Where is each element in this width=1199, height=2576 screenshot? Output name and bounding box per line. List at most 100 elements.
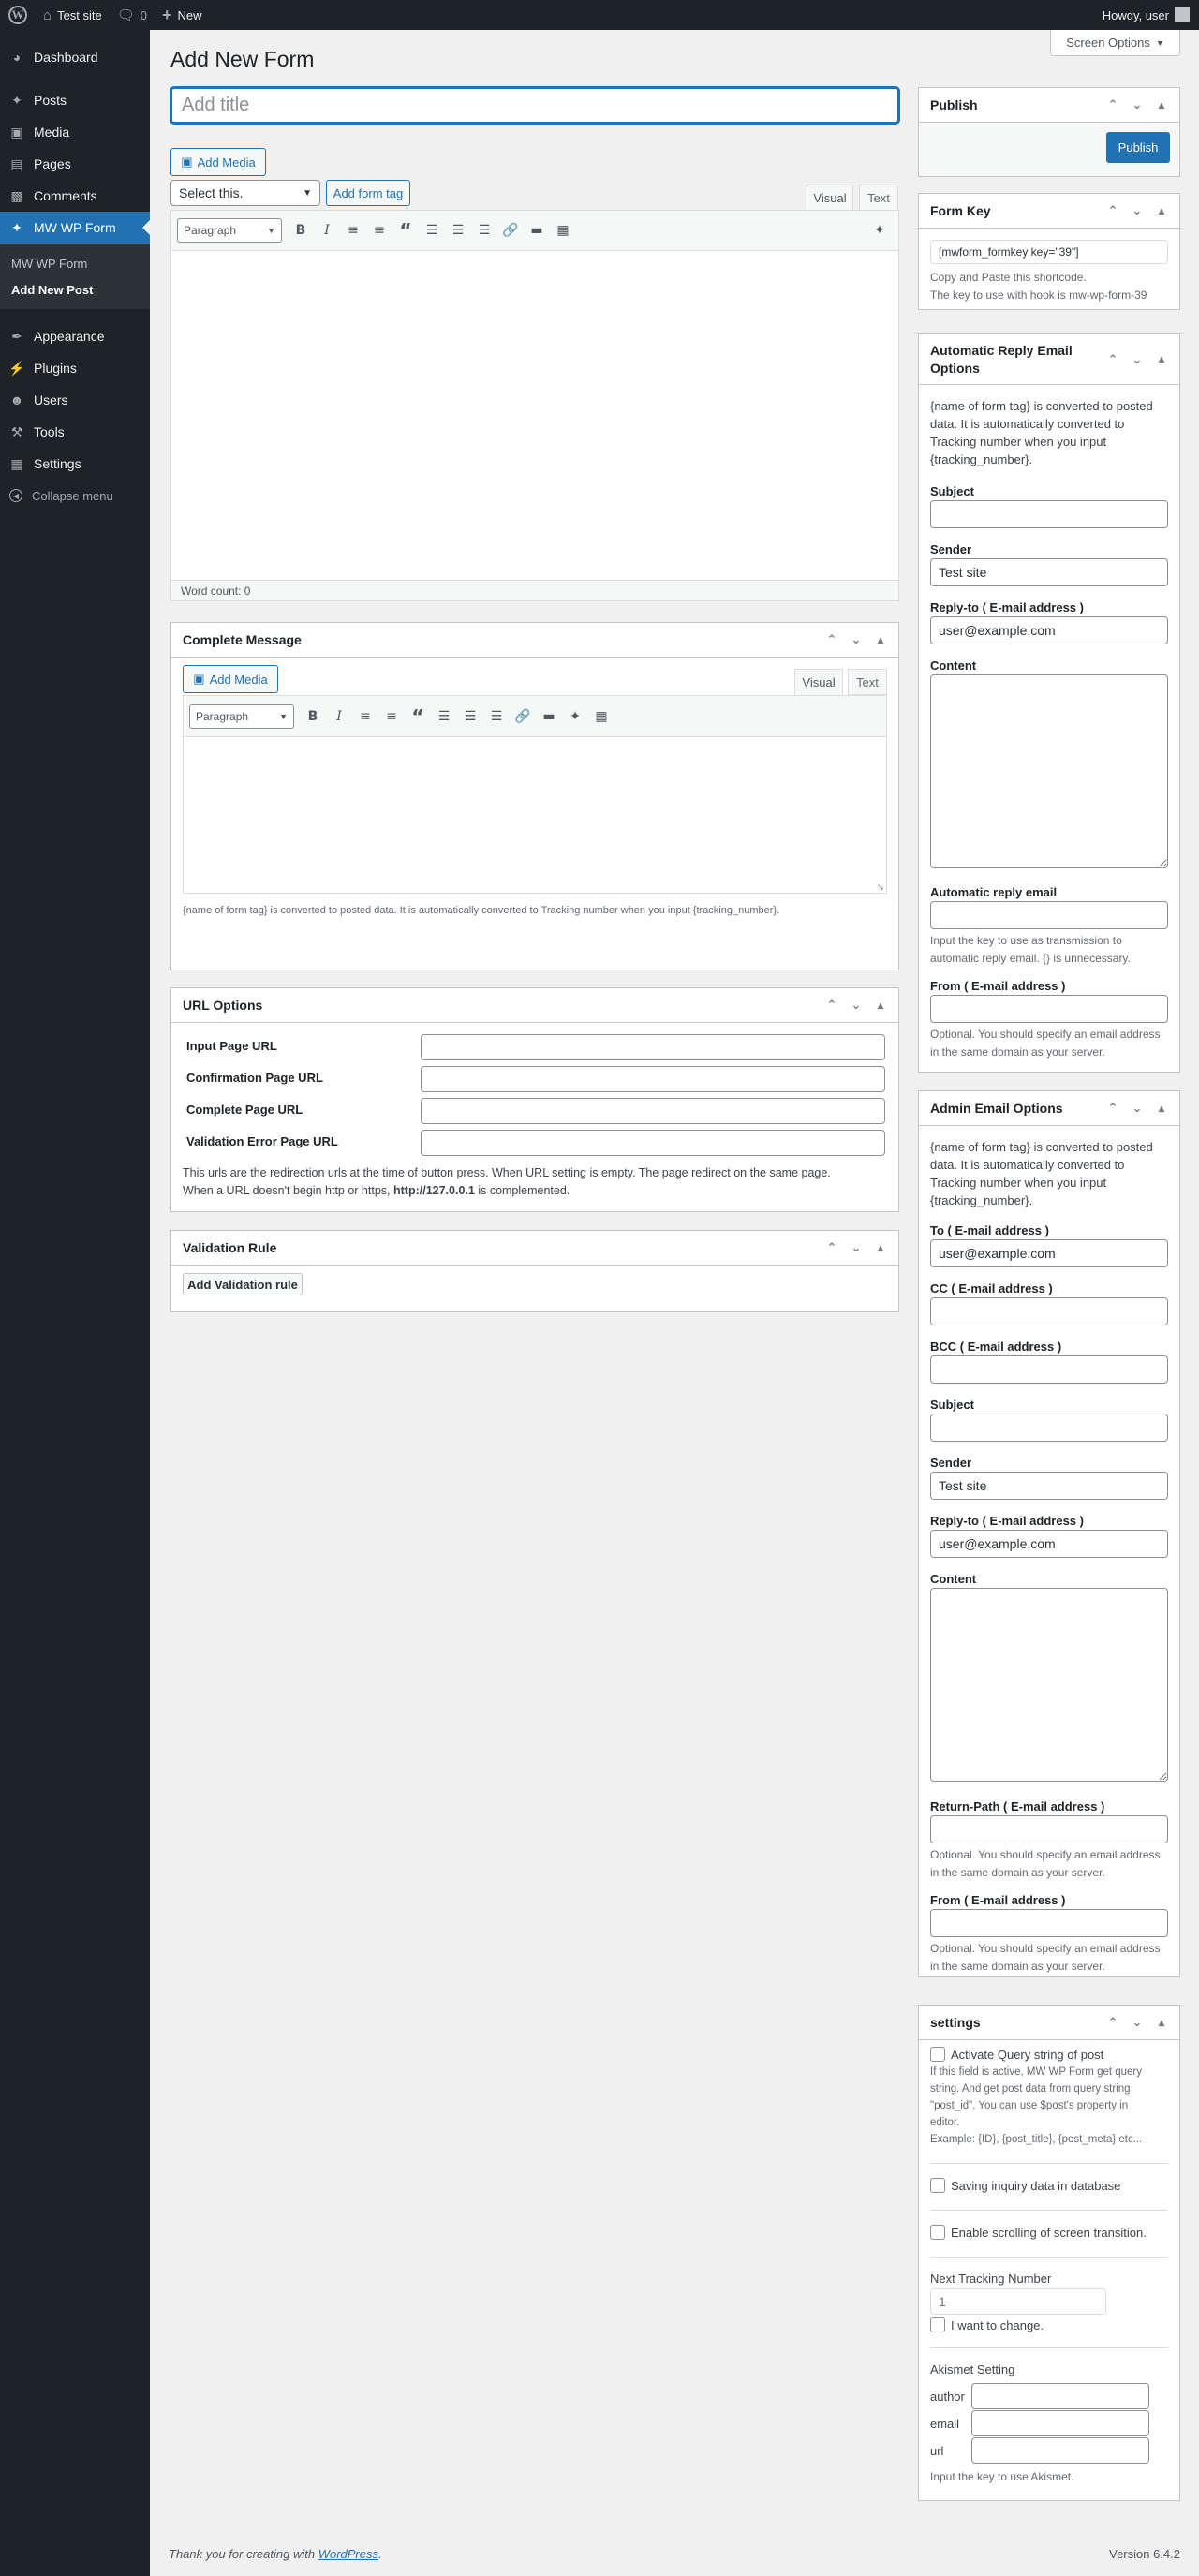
complete-page-url-field[interactable]	[421, 1098, 885, 1124]
add-validation-rule-button[interactable]: Add Validation rule	[183, 1273, 303, 1295]
move-up-icon[interactable]: ⌃	[820, 999, 844, 1013]
add-media-button[interactable]: ▣ Add Media	[170, 148, 266, 176]
return-path-field[interactable]	[930, 1815, 1168, 1843]
comments-link[interactable]: 🗨 0	[110, 0, 155, 30]
bullet-list-icon[interactable]: ≡	[352, 703, 378, 730]
wordpress-logo-menu[interactable]: W	[0, 0, 36, 30]
tab-text[interactable]: Text	[848, 669, 887, 695]
collapse-menu-button[interactable]: ◀ Collapse menu	[0, 480, 150, 511]
wordpress-link[interactable]: WordPress	[318, 2547, 378, 2561]
post-title-input[interactable]	[170, 87, 899, 124]
saving-inquiry-checkbox[interactable]	[930, 2178, 945, 2193]
align-left-icon[interactable]: ☰	[431, 703, 457, 730]
toolbar-toggle-icon[interactable]: ▦	[588, 703, 614, 730]
move-down-icon[interactable]: ⌄	[1125, 1102, 1149, 1116]
collapse-toggle-icon[interactable]: ▲	[868, 636, 893, 645]
input-page-url-field[interactable]	[421, 1034, 885, 1060]
link-icon[interactable]: 🔗	[510, 703, 536, 730]
blockquote-icon[interactable]: “	[392, 217, 419, 244]
align-center-icon[interactable]: ☰	[457, 703, 483, 730]
screen-options-toggle[interactable]: Screen Options ▼	[1050, 30, 1180, 56]
content-textarea[interactable]	[930, 1588, 1168, 1782]
sender-field[interactable]	[930, 558, 1168, 586]
collapse-toggle-icon[interactable]: ▲	[1149, 1104, 1174, 1114]
sidebar-item-pages[interactable]: ▤ Pages	[0, 148, 150, 180]
sidebar-item-appearance[interactable]: ✒ Appearance	[0, 320, 150, 352]
numbered-list-icon[interactable]: ≡	[378, 703, 405, 730]
align-right-icon[interactable]: ☰	[471, 217, 497, 244]
bold-icon[interactable]: B	[288, 217, 314, 244]
align-left-icon[interactable]: ☰	[419, 217, 445, 244]
move-down-icon[interactable]: ⌄	[1125, 204, 1149, 218]
reply-to-field[interactable]	[930, 1530, 1168, 1558]
from-field[interactable]	[930, 995, 1168, 1023]
link-icon[interactable]: 🔗	[497, 217, 524, 244]
publish-button[interactable]: Publish	[1106, 132, 1170, 163]
move-down-icon[interactable]: ⌄	[1125, 351, 1149, 369]
fullscreen-icon[interactable]: ✦	[562, 703, 588, 730]
move-down-icon[interactable]: ⌄	[1125, 98, 1149, 112]
sidebar-item-plugins[interactable]: ⚡ Plugins	[0, 352, 150, 384]
akismet-email-field[interactable]	[971, 2410, 1149, 2436]
site-name-link[interactable]: ⌂ Test site	[36, 0, 110, 30]
subject-field[interactable]	[930, 1414, 1168, 1442]
move-up-icon[interactable]: ⌃	[1101, 351, 1125, 369]
numbered-list-icon[interactable]: ≡	[366, 217, 392, 244]
query-string-checkbox[interactable]	[930, 2047, 945, 2062]
new-content-link[interactable]: + New	[155, 0, 210, 30]
move-down-icon[interactable]: ⌄	[844, 633, 868, 647]
sidebar-item-media[interactable]: ▣ Media	[0, 116, 150, 148]
sender-field[interactable]	[930, 1472, 1168, 1500]
next-tracking-number-field[interactable]	[930, 2288, 1106, 2315]
move-up-icon[interactable]: ⌃	[820, 633, 844, 647]
from-field[interactable]	[930, 1909, 1168, 1937]
move-down-icon[interactable]: ⌄	[1125, 2016, 1149, 2030]
align-right-icon[interactable]: ☰	[483, 703, 510, 730]
bold-icon[interactable]: B	[300, 703, 326, 730]
content-textarea[interactable]	[930, 674, 1168, 868]
toolbar-toggle-icon[interactable]: ▦	[550, 217, 576, 244]
collapse-toggle-icon[interactable]: ▲	[1149, 2019, 1174, 2028]
read-more-icon[interactable]: ▬	[524, 217, 550, 244]
my-account-menu[interactable]: Howdy, user	[1095, 0, 1199, 30]
sidebar-item-dashboard[interactable]: ◕ Dashboard	[0, 41, 150, 73]
collapse-toggle-icon[interactable]: ▲	[868, 1244, 893, 1253]
cc-field[interactable]	[930, 1297, 1168, 1325]
tab-visual[interactable]: Visual	[794, 669, 843, 695]
form-tag-select[interactable]: Select this. ▼	[170, 180, 320, 206]
sidebar-item-mw-wp-form[interactable]: ✦ MW WP Form	[0, 212, 150, 244]
want-to-change-checkbox[interactable]	[930, 2317, 945, 2332]
move-up-icon[interactable]: ⌃	[1101, 204, 1125, 218]
sidebar-item-settings[interactable]: ▦ Settings	[0, 448, 150, 480]
akismet-url-field[interactable]	[971, 2437, 1149, 2464]
submenu-item-add-new-post[interactable]: Add New Post	[0, 276, 150, 303]
subject-field[interactable]	[930, 500, 1168, 528]
collapse-toggle-icon[interactable]: ▲	[868, 1001, 893, 1011]
format-select[interactable]: Paragraph ▼	[189, 703, 294, 729]
sidebar-item-comments[interactable]: ▩ Comments	[0, 180, 150, 212]
move-up-icon[interactable]: ⌃	[1101, 1102, 1125, 1116]
add-form-tag-button[interactable]: Add form tag	[326, 180, 410, 206]
tab-visual[interactable]: Visual	[807, 185, 853, 211]
automatic-reply-email-field[interactable]	[930, 901, 1168, 929]
submenu-item-mw-wp-form[interactable]: MW WP Form	[0, 250, 150, 276]
collapse-toggle-icon[interactable]: ▲	[1149, 351, 1174, 369]
to-field[interactable]	[930, 1239, 1168, 1267]
sidebar-item-users[interactable]: ☻ Users	[0, 384, 150, 416]
enable-scrolling-checkbox[interactable]	[930, 2225, 945, 2240]
sidebar-item-tools[interactable]: ⚒ Tools	[0, 416, 150, 448]
tab-text[interactable]: Text	[859, 185, 898, 211]
sidebar-item-posts[interactable]: ✦ Posts	[0, 84, 150, 116]
add-media-button[interactable]: ▣ Add Media	[183, 665, 278, 693]
read-more-icon[interactable]: ▬	[536, 703, 562, 730]
align-center-icon[interactable]: ☰	[445, 217, 471, 244]
fullscreen-icon[interactable]: ✦	[866, 217, 893, 244]
move-down-icon[interactable]: ⌄	[844, 999, 868, 1013]
collapse-toggle-icon[interactable]: ▲	[1149, 101, 1174, 111]
bcc-field[interactable]	[930, 1355, 1168, 1384]
form-key-shortcode-field[interactable]	[930, 240, 1168, 264]
reply-to-field[interactable]	[930, 616, 1168, 644]
italic-icon[interactable]: I	[326, 703, 352, 730]
move-up-icon[interactable]: ⌃	[1101, 98, 1125, 112]
move-down-icon[interactable]: ⌄	[844, 1241, 868, 1255]
